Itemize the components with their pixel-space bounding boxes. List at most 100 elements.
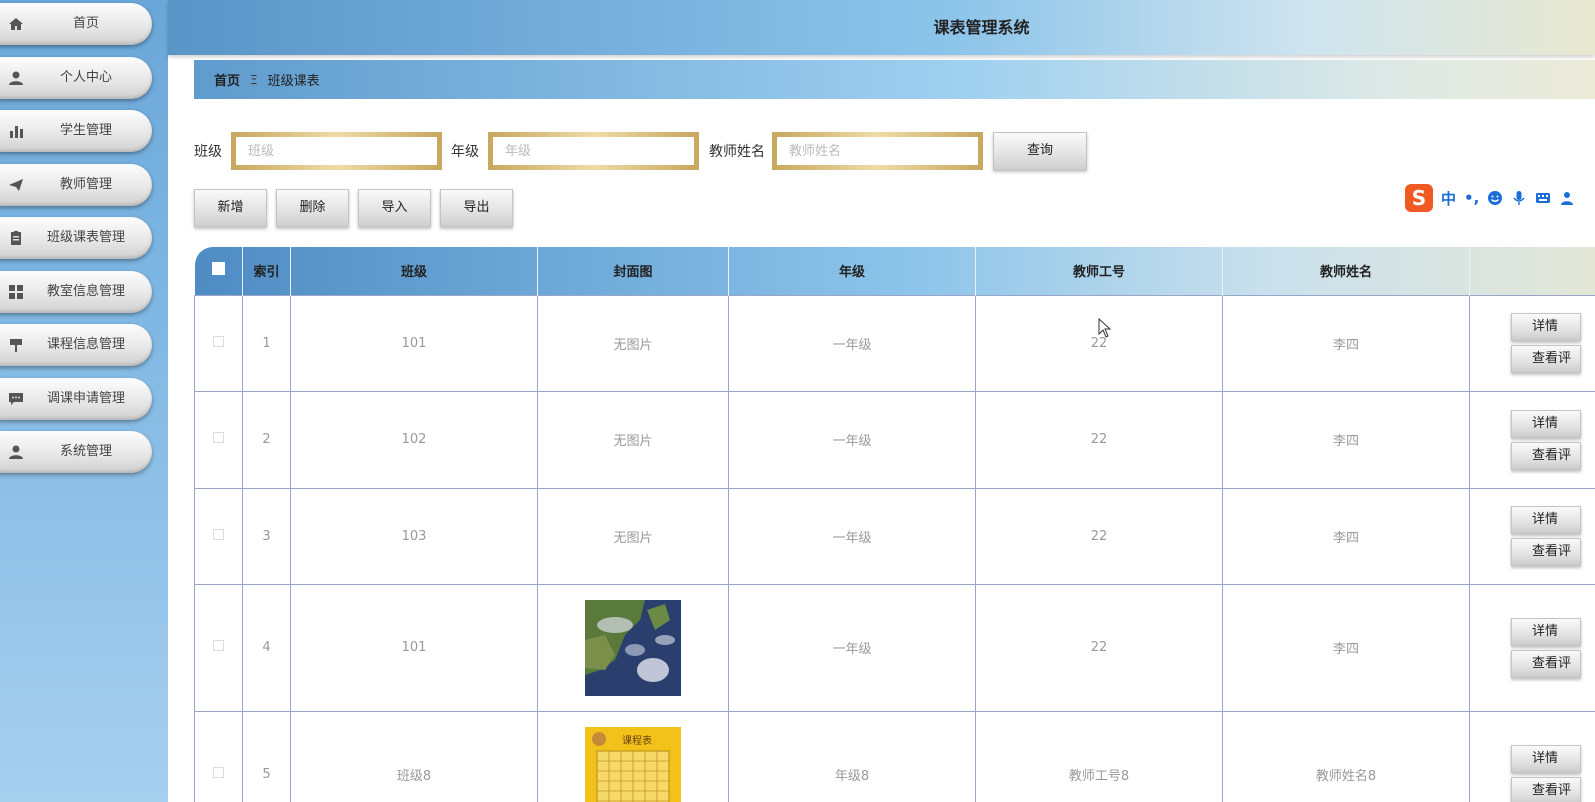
class-cell: 103 [290,487,538,585]
sidebar-item-home[interactable]: 首页 [0,3,152,45]
teacher-name-input[interactable] [772,132,983,170]
class-cell: 班级8 [290,710,538,802]
row-select-cell [194,390,243,489]
grade-cell: 一年级 [728,390,976,489]
actions-cell: 详情 查看评 [1469,710,1595,802]
sidebar-item-label: 教师管理 [59,177,112,192]
sidebar-item-label: 首页 [72,16,99,31]
sidebar-item-system[interactable]: 系统管理 [0,431,152,473]
user-icon[interactable] [1559,190,1575,206]
row-checkbox[interactable] [213,640,224,651]
cover-cell: 无图片 [537,390,729,489]
sidebar-item-label: 班级课表管理 [46,230,125,245]
row-select-cell [194,487,243,585]
sidebar-item-teachers[interactable]: 教师管理 [0,164,152,206]
add-button[interactable]: 新增 [194,189,267,227]
actions-cell: 详情 查看评 [1469,487,1595,585]
table-row: 4 101 一年级 22 李四 详情 查看评 [194,583,1595,712]
top-header: 课表管理系统 [168,0,1595,55]
export-button[interactable]: 导出 [440,189,513,227]
row-checkbox[interactable] [213,335,224,347]
cover-cell: 课程表 [537,710,729,802]
view-review-button[interactable]: 查看评 [1511,345,1581,373]
delete-button[interactable]: 删除 [276,189,349,227]
breadcrumb-separator: Ξ [250,72,258,87]
import-button[interactable]: 导入 [358,189,431,227]
actions-cell: 详情 查看评 [1469,583,1595,712]
table-header-row: 索引 班级 封面图 年级 教师工号 教师姓名 [194,247,1595,295]
cover-cell [537,583,729,712]
detail-button[interactable]: 详情 [1511,313,1581,341]
grade-cell: 一年级 [728,294,976,392]
teacher-id-cell: 22 [975,294,1223,392]
class-cell: 102 [290,390,538,489]
detail-button[interactable]: 详情 [1511,506,1581,534]
sidebar-item-adjust-requests[interactable]: 调课申请管理 [0,378,152,420]
row-select-cell [194,583,243,712]
detail-button[interactable]: 详情 [1511,617,1581,646]
breadcrumb-current: 班级课表 [267,74,320,89]
row-checkbox[interactable] [213,432,224,443]
table-row: 2 102 无图片 一年级 22 李四 详情 查看评 [194,390,1595,489]
select-all-header [194,247,243,295]
app-title: 课表管理系统 [933,18,1030,37]
class-input[interactable] [231,132,442,170]
column-header-cover: 封面图 [537,247,729,295]
column-header-teacher-id: 教师工号 [975,247,1223,295]
row-select-cell [194,294,243,392]
column-header-index: 索引 [242,247,291,295]
microphone-icon[interactable] [1511,190,1527,206]
view-review-button[interactable]: 查看评 [1511,649,1581,678]
sidebar-item-label: 系统管理 [59,444,112,459]
table-row: 5 班级8 课程表 年级8 教师工号8 教师姓名8 详情 查看评 [194,710,1595,802]
schedule-table: 索引 班级 封面图 年级 教师工号 教师姓名 1 101 无图片 一年级 22 … [194,247,1595,802]
column-header-class: 班级 [290,247,538,295]
class-cell: 101 [290,294,538,392]
mouse-cursor-icon [1098,318,1112,338]
sidebar-item-students[interactable]: 学生管理 [0,110,152,152]
view-review-button[interactable]: 查看评 [1511,776,1581,802]
sogou-logo-icon[interactable]: S [1405,184,1433,212]
view-review-button[interactable]: 查看评 [1511,538,1581,566]
row-checkbox[interactable] [213,767,224,778]
query-button[interactable]: 查询 [993,132,1087,170]
actions-cell: 详情 查看评 [1469,390,1595,489]
breadcrumb: 首页 Ξ 班级课表 [194,60,1595,99]
row-checkbox[interactable] [213,528,224,540]
teacher-id-cell: 教师工号8 [975,710,1223,802]
ime-mode[interactable]: 中 [1441,188,1456,209]
grade-input[interactable] [488,132,699,170]
cover-cell: 无图片 [537,294,729,392]
cover-cell: 无图片 [537,487,729,585]
sidebar-item-label: 学生管理 [59,123,112,138]
sidebar-item-class-schedule[interactable]: 班级课表管理 [0,217,152,259]
sidebar-item-profile[interactable]: 个人中心 [0,57,152,99]
index-cell: 2 [242,390,291,489]
detail-button[interactable]: 详情 [1511,744,1581,773]
class-cell: 101 [290,583,538,712]
index-cell: 1 [242,294,291,392]
breadcrumb-home[interactable]: 首页 [214,70,240,89]
teacher-id-cell: 22 [975,583,1223,712]
sidebar-item-courses[interactable]: 课程信息管理 [0,324,152,366]
class-label: 班级 [194,144,222,160]
teacher-name-label: 教师姓名 [709,144,765,160]
row-select-cell [194,710,243,802]
cover-title: 课程表 [622,734,652,747]
select-all-checkbox[interactable] [211,262,225,276]
grade-label: 年级 [451,144,479,160]
ime-punctuation[interactable]: •, [1464,189,1479,207]
schedule-cover-image[interactable]: 课程表 [585,726,681,802]
view-review-button[interactable]: 查看评 [1511,441,1581,470]
ime-toolbar: S 中 •, [1405,183,1575,213]
keyboard-icon[interactable] [1535,190,1551,206]
sidebar-item-classrooms[interactable]: 教室信息管理 [0,271,152,313]
table-row: 1 101 无图片 一年级 22 李四 详情 查看评 [194,294,1595,392]
detail-button[interactable]: 详情 [1511,409,1581,438]
emoji-icon[interactable] [1487,190,1503,206]
teacher-name-cell: 李四 [1222,390,1470,489]
sidebar: 首页 个人中心 学生管理 教师管理 班级课表管理 教室信息管理 课程信息管理 调… [0,0,168,802]
sidebar-item-label: 课程信息管理 [46,337,125,352]
index-cell: 5 [242,710,291,802]
satellite-map-image[interactable] [585,599,681,696]
